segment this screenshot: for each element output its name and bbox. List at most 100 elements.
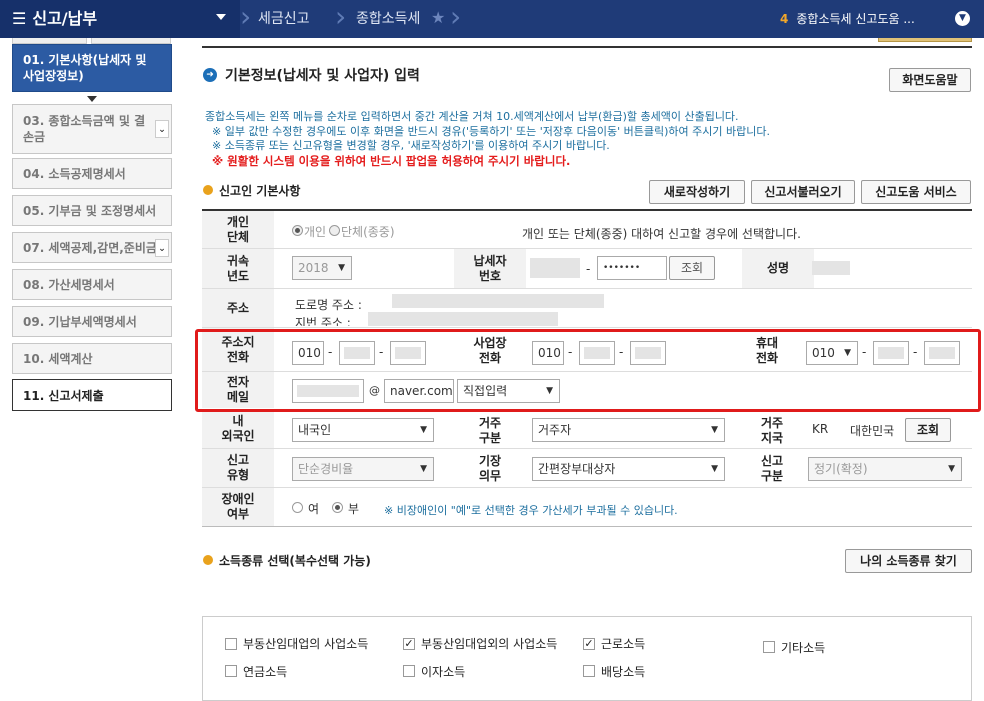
load-return-button[interactable]: 신고서불러오기 [751,180,855,204]
sidebar-item-prepaid-tax[interactable]: 09. 기납부세액명세서 [12,306,172,337]
label-type: 개인 단체 [202,211,274,248]
sidebar-item-label: 03. 종합소득금액 및 결손금 [23,114,146,144]
sidebar-item-income-amount[interactable]: 03. 종합소득금액 및 결손금 ⌄ [12,104,172,154]
nationality-value: 내국인 [298,423,332,437]
sidebar-item-basic-info[interactable]: 01. 기본사항(납세자 및 사업장정보) [12,44,172,92]
disability-note: ※ 비장애인이 "예"로 선택한 경우 가산세가 부과될 수 있습니다. [384,504,678,517]
divider [202,46,972,48]
star-icon[interactable]: ★ [431,8,445,27]
checkbox-rental-business[interactable] [225,638,237,650]
checkbox-non-rental-business[interactable]: ✓ [403,638,415,650]
road-address-value [392,294,604,308]
checkbox-other-income[interactable] [763,641,775,653]
row-divider [202,526,972,527]
dash: - [586,262,591,276]
top-bar: ☰ 신고/납부 › 세금신고 › 종합소득세 ★ › 4 종합소득세 신고도움 ..… [0,0,984,38]
highlight-box [195,329,981,412]
top-tab-edge[interactable] [878,38,972,42]
checkbox-label: 부동산임대업외의 사업소득 [421,637,558,651]
chevron-down-icon[interactable]: ⌄ [155,120,169,138]
checkbox-pension-income[interactable] [225,665,237,677]
sidebar-item-additional-tax[interactable]: 08. 가산세명세서 [12,269,172,300]
sidebar-item-label: 08. 가산세명세서 [23,278,115,292]
checkbox-interest-income[interactable] [403,665,415,677]
sidebar-item-submit[interactable]: 11. 신고서제출 [12,379,172,411]
hamburger-icon: ☰ [12,9,27,28]
year-value: 2018 [298,261,329,275]
checkbox-dividend-income[interactable] [583,665,595,677]
screen-help-button[interactable]: 화면도움말 [889,68,971,92]
sidebar-item-deductions[interactable]: 04. 소득공제명세서 [12,158,172,189]
sidebar-item-tax-calc[interactable]: 10. 세액계산 [12,343,172,374]
radio-disability-yes[interactable] [292,502,303,513]
breadcrumb-separator-icon: › [240,0,252,33]
breadcrumb-separator-icon: › [450,0,462,33]
radio-group[interactable] [329,225,340,236]
caret-down-icon: ▼ [338,263,345,273]
country-code: KR [812,422,829,436]
sidebar-item-label: 04. 소득공제명세서 [23,167,126,181]
breadcrumb-separator-icon: › [335,0,347,33]
label-filing-class: 신고 구분 [760,454,784,483]
taxpayer-id-back[interactable]: ••••••• [597,256,667,280]
radio-disability-no[interactable] [332,502,343,513]
label-address: 주소 [202,289,274,327]
sidebar-item-label: 11. 신고서제출 [23,388,104,403]
income-type-box: 부동산임대업의 사업소득 ✓ 부동산임대업외의 사업소득 ✓ 근로소득 기타소득… [202,616,972,701]
bookkeeping-select[interactable]: 간편장부대상자 ▼ [532,457,725,481]
residence-value: 거주자 [538,423,572,437]
lot-address-value [368,312,558,326]
filing-class-select[interactable]: 정기(확정) ▼ [808,457,962,481]
filing-type-select[interactable]: 단순경비율 ▼ [292,457,434,481]
country-lookup-button[interactable]: 조회 [905,418,951,442]
sidebar-item-donations[interactable]: 05. 기부금 및 조정명세서 [12,195,172,226]
checkbox-label: 부동산임대업의 사업소득 [243,637,369,651]
info-text: 종합소득세는 왼쪽 메뉴를 순차로 입력하면서 중간 계산을 거쳐 10.세액계… [205,110,739,123]
menu-button[interactable]: ☰ 신고/납부 [0,0,240,38]
page-title: 기본정보(납세자 및 사업자) 입력 [225,68,420,84]
nationality-select[interactable]: 내국인 ▼ [292,418,434,442]
caret-down-icon: ▼ [948,464,955,474]
radio-disability-no-label: 부 [348,502,360,516]
year-select[interactable]: 2018 ▼ [292,256,352,280]
label-nationality: 내 외국인 [202,410,274,448]
bullet-icon [203,555,213,565]
row-divider [202,248,972,249]
find-income-type-button[interactable]: 나의 소득종류 찾기 [845,549,972,573]
row-divider [202,288,972,289]
name-value [812,261,850,275]
arrow-down-icon [87,96,97,102]
checkbox-earned-income[interactable]: ✓ [583,638,595,650]
chevron-down-icon[interactable]: ▼ [955,11,970,26]
notice-count: 4 [780,12,789,26]
label-filing-type: 신고 유형 [202,449,274,487]
sidebar-item-label: 05. 기부금 및 조정명세서 [23,204,157,218]
caret-down-icon[interactable] [216,14,226,20]
filing-class-value: 정기(확정) [814,462,868,476]
road-address-label: 도로명 주소 : [295,298,362,312]
notice-bar[interactable]: 4 종합소득세 신고도움 ... [780,0,915,38]
residence-select[interactable]: 거주자 ▼ [532,418,725,442]
breadcrumb-item[interactable]: 세금신고 [258,0,310,38]
caret-down-icon: ▼ [420,464,427,474]
sidebar-item-tax-credits[interactable]: 07. 세액공제,감면,준비금 ⌄ [12,232,172,263]
sidebar-item-label: 09. 기납부세액명세서 [23,315,137,329]
breadcrumb-item[interactable]: 종합소득세 [356,0,420,38]
label-disability: 장애인 여부 [202,488,274,526]
sidebar-item-label: 07. 세액공제,감면,준비금 [23,241,157,255]
lookup-button[interactable]: 조회 [669,256,715,280]
notice-text: 종합소득세 신고도움 ... [796,12,915,26]
country-name: 대한민국 [850,424,895,438]
taxpayer-id-front[interactable] [530,258,580,278]
chevron-down-icon[interactable]: ⌄ [155,238,169,257]
section-heading: 소득종류 선택(복수선택 가능) [219,554,371,568]
new-write-button[interactable]: 새로작성하기 [649,180,745,204]
arrow-right-icon: ➜ [203,68,217,82]
filing-help-service-button[interactable]: 신고도움 서비스 [861,180,971,204]
row-divider [202,327,972,328]
lot-address-label: 지번 주소 : [295,316,351,326]
filing-type-value: 단순경비율 [298,462,354,476]
type-note: 개인 또는 단체(종중) 대하여 신고할 경우에 선택합니다. [522,227,801,241]
radio-individual[interactable] [292,225,303,236]
caret-down-icon: ▼ [711,425,718,435]
